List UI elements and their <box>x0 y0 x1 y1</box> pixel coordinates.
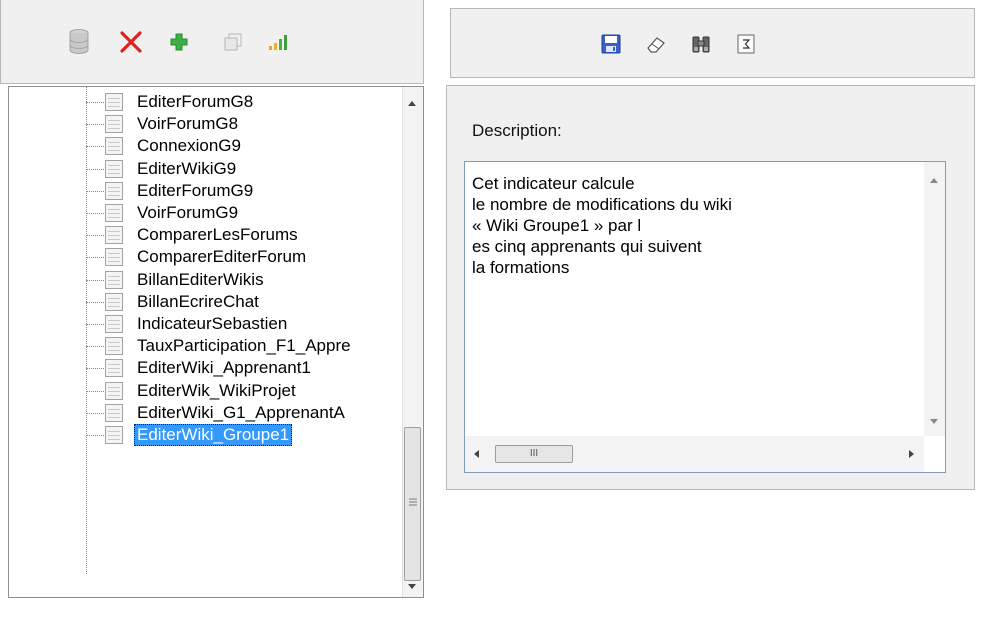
table-icon <box>105 315 123 333</box>
description-textarea[interactable]: Cet indicateur calcule le nombre de modi… <box>464 161 946 473</box>
eraser-icon[interactable] <box>641 29 671 59</box>
tree-item-label[interactable]: EditerWikiG9 <box>134 158 239 180</box>
tree-item[interactable]: IndicateurSebastien <box>9 313 389 335</box>
sigma-icon[interactable] <box>731 29 761 59</box>
tree-item[interactable]: EditerWikiG9 <box>9 158 389 180</box>
tree-scroll-thumb[interactable] <box>404 427 421 581</box>
tree-item-label[interactable]: ComparerLesForums <box>134 224 301 246</box>
tree-item-label[interactable]: EditerWiki_G1_ApprenantA <box>134 402 348 424</box>
tree-item-label[interactable]: EditerWik_WikiProjet <box>134 380 299 402</box>
tree-vertical-scrollbar[interactable] <box>402 87 423 597</box>
tree-connector <box>86 190 104 192</box>
tree-item[interactable]: ComparerEditerForum <box>9 246 389 268</box>
table-icon <box>105 381 123 400</box>
tree-item[interactable]: ConnexionG9 <box>9 135 389 157</box>
tree-item[interactable]: ComparerLesForums <box>9 224 389 246</box>
tree-connector <box>86 168 104 170</box>
delete-icon[interactable] <box>116 27 146 57</box>
tree-connector <box>86 213 104 214</box>
table-icon <box>105 93 123 111</box>
tree-connector <box>86 279 104 281</box>
table-icon <box>105 159 123 178</box>
tree-item-label[interactable]: EditerWiki_Apprenant1 <box>134 357 314 379</box>
tree-item-label[interactable]: VoirForumG9 <box>134 202 241 224</box>
copy-icon[interactable] <box>218 27 248 57</box>
tree-item[interactable]: EditerWiki_Groupe1 <box>9 424 389 446</box>
database-icon[interactable] <box>64 27 94 57</box>
table-icon <box>105 204 123 222</box>
tree-connector <box>86 435 104 436</box>
tree-item-label[interactable]: BillanEcrireChat <box>134 291 262 313</box>
tree-item[interactable]: EditerWiki_Apprenant1 <box>9 357 389 379</box>
tree-item-label[interactable]: VoirForumG8 <box>134 113 241 135</box>
table-icon <box>105 337 123 356</box>
desc-hscroll-thumb[interactable]: III <box>495 445 573 463</box>
tree-item[interactable]: EditerWik_WikiProjet <box>9 380 389 402</box>
tree-item[interactable]: TauxParticipation_F1_Appre <box>9 335 389 357</box>
table-icon <box>105 115 123 134</box>
tree-connector <box>86 146 104 148</box>
tree-connector <box>86 368 104 370</box>
tree-item[interactable]: EditerWiki_G1_ApprenantA <box>9 402 389 424</box>
description-label: Description: <box>472 121 562 140</box>
table-icon <box>105 359 123 378</box>
description-vertical-scrollbar[interactable] <box>924 162 945 436</box>
chart-icon[interactable] <box>262 27 292 57</box>
tree-item-label[interactable]: ConnexionG9 <box>134 135 244 157</box>
indicator-tree[interactable]: EditerForumG8 VoirForumG8 ConnexionG9 Edite… <box>8 86 424 598</box>
table-icon <box>105 426 123 444</box>
tree-item[interactable]: BillanEcrireChat <box>9 291 389 313</box>
tree-item-label[interactable]: ComparerEditerForum <box>134 246 309 268</box>
editor-toolbar <box>450 8 975 78</box>
table-icon <box>105 226 123 245</box>
tree-item[interactable]: EditerForumG8 <box>9 91 389 113</box>
table-icon <box>105 403 123 422</box>
tree-connector <box>86 124 104 126</box>
table-icon <box>105 292 123 311</box>
tree-item[interactable]: VoirForumG9 <box>9 202 389 224</box>
tree-connector <box>86 102 104 103</box>
tree-connector <box>86 257 104 259</box>
tree-toolbar <box>0 0 424 84</box>
table-icon <box>105 270 123 289</box>
tree-connector <box>86 235 104 237</box>
table-icon <box>105 181 123 200</box>
tree-item-label[interactable]: EditerForumG8 <box>134 91 256 113</box>
tree-connector <box>86 390 104 392</box>
description-text[interactable]: Cet indicateur calcule le nombre de modi… <box>472 173 732 278</box>
tree-item[interactable]: VoirForumG8 <box>9 113 389 135</box>
tree-connector <box>86 346 104 348</box>
tree-item[interactable]: EditerForumG9 <box>9 180 389 202</box>
binoculars-icon[interactable] <box>686 29 716 59</box>
tree-item-label[interactable]: IndicateurSebastien <box>134 313 290 335</box>
description-horizontal-scrollbar[interactable]: III <box>465 436 924 472</box>
tree-item-label[interactable]: BillanEditerWikis <box>134 269 267 291</box>
table-icon <box>105 248 123 267</box>
tree-connector <box>86 301 104 303</box>
tree-item-label[interactable]: TauxParticipation_F1_Appre <box>134 335 354 357</box>
tree-item-label[interactable]: EditerWiki_Groupe1 <box>134 424 293 446</box>
tree-item-label[interactable]: EditerForumG9 <box>134 180 256 202</box>
add-icon[interactable] <box>164 27 194 57</box>
table-icon <box>105 137 123 156</box>
tree-connector <box>86 412 104 414</box>
tree-connector <box>86 324 104 325</box>
tree-item[interactable]: BillanEditerWikis <box>9 269 389 291</box>
save-icon[interactable] <box>596 29 626 59</box>
